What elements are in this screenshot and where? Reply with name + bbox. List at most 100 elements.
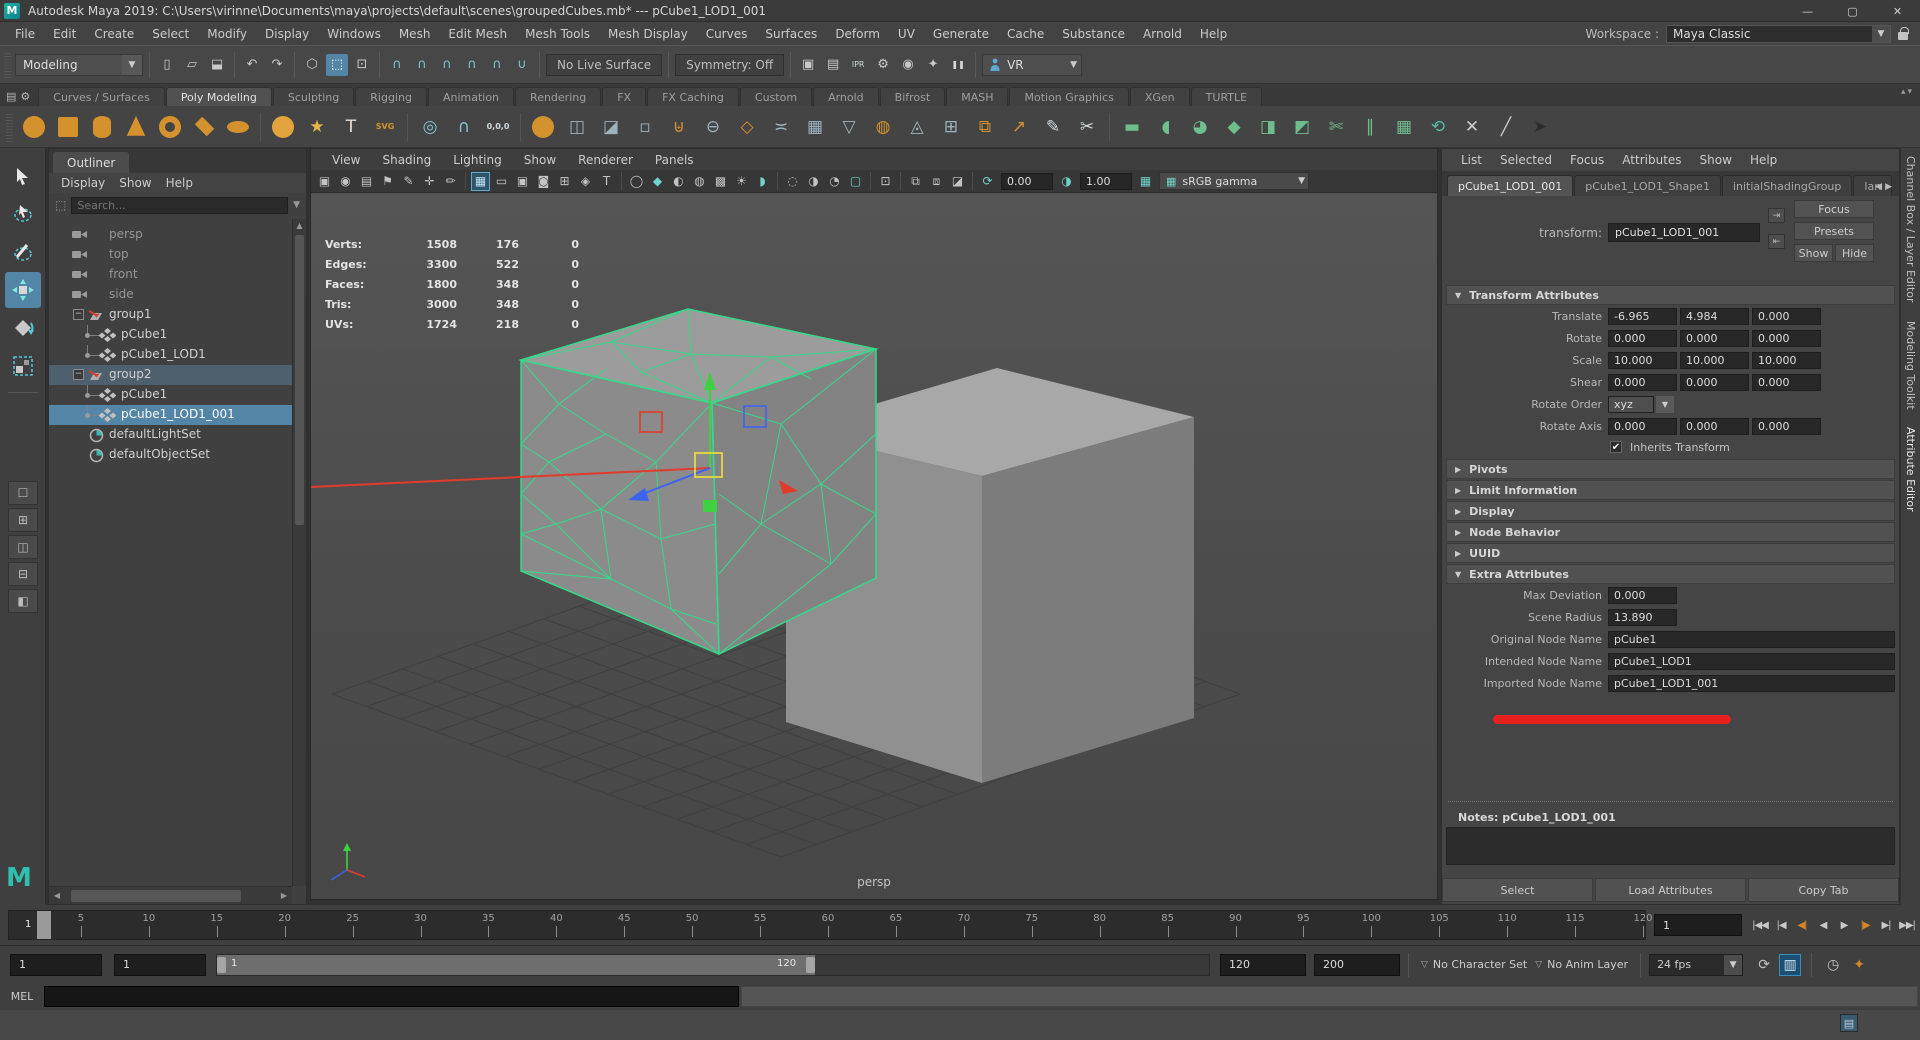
save-scene-icon[interactable]: ⬓ (206, 54, 228, 76)
attr-field[interactable]: 13.890 (1608, 609, 1677, 626)
uv-contour-stretch-icon[interactable]: ◩ (1286, 111, 1318, 143)
reduce-icon[interactable]: ▽ (833, 111, 865, 143)
range-start-handle[interactable] (217, 957, 226, 973)
shelf-tab-sculpting[interactable]: Sculpting (273, 87, 354, 106)
target-weld-icon[interactable]: ◎ (414, 111, 446, 143)
type-tool-icon[interactable]: T (335, 111, 367, 143)
xray-icon[interactable]: ⊡ (876, 172, 895, 191)
go-to-start-button[interactable]: |◀◀ (1750, 914, 1770, 936)
uv-orient-icon[interactable]: ⟲ (1422, 111, 1454, 143)
ae-tab-initialshadinggroup[interactable]: initialShadingGroup (1722, 175, 1852, 196)
textured-mode-icon[interactable]: ◐ (669, 172, 688, 191)
svg-tool-icon[interactable]: SVG (369, 111, 401, 143)
delete-uv-icon[interactable]: ✕ (1456, 111, 1488, 143)
menu-arnold[interactable]: Arnold (1134, 27, 1191, 41)
select-hierarchy-icon[interactable]: ⬡ (301, 54, 323, 76)
vr-select[interactable]: VR ▼ (982, 54, 1082, 76)
boolean-union-icon[interactable]: ⊎ (663, 111, 695, 143)
snap-to-origin-icon[interactable]: 0,0,0 (482, 111, 514, 143)
minimize-button[interactable]: — (1785, 0, 1830, 22)
menu-select[interactable]: Select (143, 27, 198, 41)
boolean-difference-icon[interactable]: ⊖ (697, 111, 729, 143)
snap-grid-icon[interactable]: ∩ (386, 54, 408, 76)
menu-file[interactable]: File (6, 27, 44, 41)
mel-input[interactable] (44, 986, 739, 1007)
ipr-icon[interactable]: IPR (847, 54, 869, 76)
maximize-button[interactable]: ▢ (1830, 0, 1875, 22)
pause-viewport-icon[interactable]: ❚❚ (947, 54, 969, 76)
rotate-order-select[interactable]: xyz (1608, 396, 1654, 413)
viewport-menu-lighting[interactable]: Lighting (442, 153, 513, 167)
step-back-key-button[interactable]: ◀| (1792, 914, 1812, 936)
shelf-tab-motion-graphics[interactable]: Motion Graphics (1009, 87, 1128, 106)
menu-edit-mesh[interactable]: Edit Mesh (439, 27, 516, 41)
menu-mesh-tools[interactable]: Mesh Tools (516, 27, 599, 41)
range-slider-track[interactable]: 1 120 (216, 954, 1210, 976)
hide-button[interactable]: Hide (1835, 244, 1874, 262)
section-limit-information[interactable]: ▶Limit Information (1446, 480, 1895, 500)
attr-field-x[interactable]: 0.000 (1608, 330, 1677, 347)
section-node-behavior[interactable]: ▶Node Behavior (1446, 522, 1895, 542)
uv-camera-map-icon[interactable]: ◨ (1252, 111, 1284, 143)
filter-icon[interactable]: ⬚ (55, 198, 66, 212)
menu-display[interactable]: Display (256, 27, 318, 41)
tab-scroll-arrows[interactable]: ◀▶ (1875, 182, 1895, 192)
bookmark-icon[interactable]: ⚑ (378, 172, 397, 191)
attr-field-z[interactable]: 0.000 (1752, 418, 1821, 435)
select-component-icon[interactable]: ⊡ (351, 54, 373, 76)
attr-field-z[interactable]: 0.000 (1752, 374, 1821, 391)
snapshot-icon[interactable]: ◪ (948, 172, 967, 191)
gamma-icon[interactable]: ◑ (1057, 172, 1076, 191)
attr-field[interactable]: pCube1_LOD1_001 (1608, 675, 1895, 692)
shelf-tab-animation[interactable]: Animation (428, 87, 514, 106)
snap-projected-center-icon[interactable]: ∩ (461, 54, 483, 76)
go-to-end-button[interactable]: ▶▶| (1897, 914, 1917, 936)
outliner-item-pcube1[interactable]: pCube1 (49, 385, 292, 405)
cached-playback-icon[interactable]: ◷ (1822, 954, 1844, 976)
render-settings-icon[interactable]: ⚙ (872, 54, 894, 76)
new-scene-icon[interactable]: ▯ (156, 54, 178, 76)
attr-field-z[interactable]: 10.000 (1752, 352, 1821, 369)
layout-two-side[interactable]: ◫ (8, 535, 38, 559)
shelf-tab-xgen[interactable]: XGen (1130, 87, 1190, 106)
colorspace-select[interactable]: ▦sRGB gamma▼ (1159, 172, 1309, 190)
outliner-horizontal-scrollbar[interactable]: ◀ ▶ (49, 886, 292, 904)
bridge-icon[interactable]: ≍ (765, 111, 797, 143)
playback-end-field[interactable]: 120 (1220, 954, 1306, 976)
playback-start-field[interactable]: 1 (114, 954, 206, 976)
default-lighting-icon[interactable]: ☀ (732, 172, 751, 191)
symmetry-field[interactable]: Symmetry: Off (675, 54, 784, 76)
menu-set-select[interactable]: Modeling▼ (15, 54, 143, 76)
shelf-tab-fx[interactable]: FX (602, 87, 646, 106)
outliner-item-group2[interactable]: −group2 (49, 365, 292, 385)
shadows-icon[interactable]: ◑ (804, 172, 823, 191)
select-button[interactable]: Select (1442, 878, 1593, 902)
animation-start-field[interactable]: 1 (10, 954, 102, 976)
poly-torus-icon[interactable] (154, 111, 186, 143)
poly-cylinder-icon[interactable] (86, 111, 118, 143)
shelf-menu-icon[interactable]: ▤ (6, 90, 16, 103)
shelf-tab-rigging[interactable]: Rigging (355, 87, 427, 106)
ae-menu-help[interactable]: Help (1741, 153, 1786, 167)
extract-icon[interactable]: ▫ (629, 111, 661, 143)
extrude-icon[interactable]: ↗ (1003, 111, 1035, 143)
anim-layer-select[interactable]: ▽No Anim Layer (1531, 954, 1632, 976)
move-tool[interactable] (5, 272, 41, 308)
safe-title-icon[interactable]: T (597, 172, 616, 191)
safe-action-icon[interactable]: ◈ (576, 172, 595, 191)
search-options-icon[interactable]: ▼ (293, 200, 300, 210)
ae-tab-pcube1-lod1-001[interactable]: pCube1_LOD1_001 (1447, 175, 1573, 196)
copy-layer-icon[interactable]: ⧈ (927, 172, 946, 191)
attr-field[interactable]: pCube1_LOD1 (1608, 653, 1895, 670)
copy-tab-button[interactable]: Copy Tab (1748, 878, 1899, 902)
wireframe-on-shaded-icon[interactable]: ◍ (690, 172, 709, 191)
step-forward-frame-button[interactable]: ▶| (1876, 914, 1896, 936)
uv-sew-icon[interactable]: ∥ (1354, 111, 1386, 143)
exposure-field[interactable]: 0.00 (1001, 173, 1053, 190)
section-uuid[interactable]: ▶UUID (1446, 543, 1895, 563)
ae-menu-list[interactable]: List (1452, 153, 1491, 167)
light-editor-icon[interactable]: ✦ (922, 54, 944, 76)
selected-wireframe-cube-mesh[interactable] (521, 309, 876, 654)
viewport-menu-renderer[interactable]: Renderer (567, 153, 644, 167)
current-frame-field[interactable]: 1 (1654, 914, 1742, 936)
